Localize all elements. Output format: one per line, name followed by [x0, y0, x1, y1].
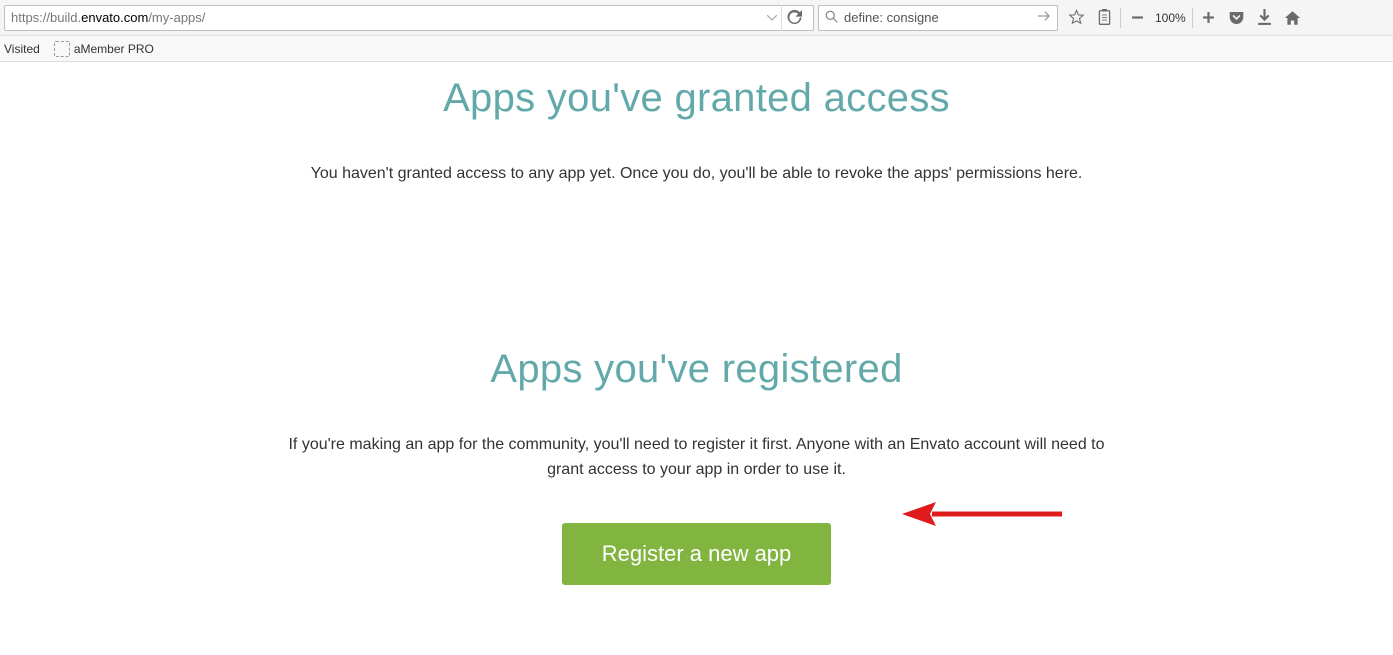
granted-access-text: You haven't granted access to any app ye…	[282, 161, 1112, 187]
home-icon[interactable]	[1279, 4, 1307, 32]
url-domain: envato.com	[81, 10, 148, 25]
toolbar-icons: 100%	[1062, 4, 1307, 32]
search-value: define: consigne	[844, 10, 939, 25]
bookmark-visited[interactable]: Visited	[4, 42, 40, 56]
page-content: Apps you've granted access You haven't g…	[0, 62, 1393, 655]
bookmarks-bar: Visited aMember PRO	[0, 36, 1393, 62]
clipboard-icon[interactable]	[1090, 4, 1118, 32]
downloads-icon[interactable]	[1251, 4, 1279, 32]
search-go-icon[interactable]	[1037, 10, 1051, 25]
url-prefix: https://build.	[11, 10, 81, 25]
search-bar[interactable]: define: consigne	[818, 5, 1058, 31]
registered-apps-text: If you're making an app for the communit…	[282, 432, 1112, 483]
bookmark-favicon-icon	[54, 41, 70, 57]
bookmark-amember-label: aMember PRO	[74, 42, 154, 56]
search-icon	[825, 10, 838, 26]
granted-access-title: Apps you've granted access	[40, 76, 1353, 121]
url-bar[interactable]: https://build.envato.com/my-apps/	[4, 5, 814, 31]
bookmark-visited-label: Visited	[4, 42, 40, 56]
bookmark-amember[interactable]: aMember PRO	[54, 41, 154, 57]
url-dropdown-icon[interactable]	[765, 11, 779, 25]
pocket-icon[interactable]	[1223, 4, 1251, 32]
bookmark-star-icon[interactable]	[1062, 4, 1090, 32]
section-granted-access: Apps you've granted access You haven't g…	[0, 76, 1393, 187]
zoom-in-icon[interactable]	[1195, 4, 1223, 32]
section-registered-apps: Apps you've registered If you're making …	[0, 347, 1393, 585]
browser-toolbar: https://build.envato.com/my-apps/ define…	[0, 0, 1393, 36]
zoom-out-icon[interactable]	[1123, 4, 1151, 32]
register-new-app-button[interactable]: Register a new app	[562, 523, 832, 585]
refresh-button[interactable]	[781, 5, 807, 31]
url-suffix: /my-apps/	[148, 10, 205, 25]
registered-apps-title: Apps you've registered	[40, 347, 1353, 392]
zoom-level: 100%	[1151, 11, 1190, 25]
